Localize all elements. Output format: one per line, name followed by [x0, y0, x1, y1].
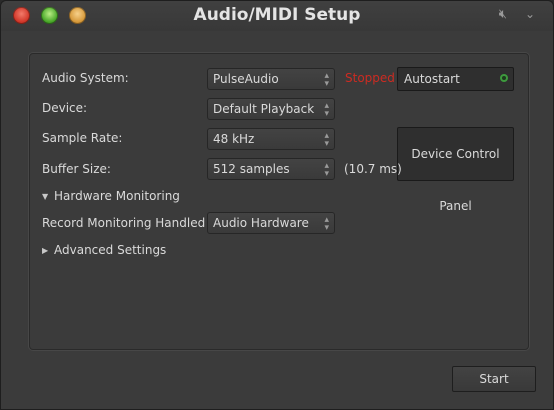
record-monitoring-value: Audio Hardware: [213, 216, 309, 230]
buffer-size-label: Buffer Size:: [42, 162, 111, 176]
led-indicator-icon: [500, 74, 508, 82]
audio-system-value: PulseAudio: [213, 72, 279, 86]
sample-rate-label: Sample Rate:: [42, 131, 123, 145]
device-label: Device:: [42, 101, 88, 115]
triangle-right-icon: ▶: [42, 246, 49, 255]
autostart-label: Autostart: [404, 72, 460, 86]
triangle-down-icon: ▼: [42, 192, 49, 201]
record-monitoring-select[interactable]: Audio Hardware ▴ ▾: [207, 212, 335, 234]
autostart-toggle[interactable]: Autostart: [397, 67, 514, 91]
updown-arrow-icon: ▴ ▾: [324, 161, 329, 179]
audio-midi-setup-window: Audio/MIDI Setup 🔇︎ ⌄ Audio System: Puls…: [0, 0, 554, 410]
sample-rate-value: 48 kHz: [213, 132, 255, 146]
window-title: Audio/MIDI Setup: [193, 5, 361, 25]
device-select[interactable]: Default Playback ▴ ▾: [207, 98, 335, 120]
engine-status-text: Stopped: [345, 71, 395, 85]
hardware-monitoring-label: Hardware Monitoring: [54, 189, 180, 203]
advanced-settings-label: Advanced Settings: [54, 243, 167, 257]
hardware-monitoring-expander[interactable]: ▼ Hardware Monitoring: [42, 189, 180, 203]
advanced-settings-expander[interactable]: ▶ Advanced Settings: [42, 243, 166, 257]
start-button[interactable]: Start: [452, 366, 536, 392]
updown-arrow-icon: ▴ ▾: [324, 101, 329, 119]
record-monitoring-label: Record Monitoring Handled by:: [42, 216, 227, 230]
updown-arrow-icon: ▴ ▾: [324, 131, 329, 149]
updown-arrow-icon: ▴ ▾: [324, 215, 329, 233]
audio-system-select[interactable]: PulseAudio ▴ ▾: [207, 68, 335, 90]
device-value: Default Playback: [213, 102, 315, 116]
titlebar: Audio/MIDI Setup 🔇︎ ⌄: [1, 1, 553, 31]
audio-system-label: Audio System:: [42, 71, 129, 85]
buffer-size-value: 512 samples: [213, 162, 290, 176]
sample-rate-select[interactable]: 48 kHz ▴ ▾: [207, 128, 335, 150]
chevron-down-icon[interactable]: ⌄: [525, 7, 535, 21]
updown-arrow-icon: ▴ ▾: [324, 71, 329, 89]
device-control-panel-button[interactable]: Device Control Panel: [397, 127, 514, 213]
buffer-size-select[interactable]: 512 samples ▴ ▾: [207, 158, 335, 180]
latency-readout: (10.7 ms): [344, 162, 402, 176]
speaker-mute-icon[interactable]: 🔇︎: [499, 7, 507, 22]
